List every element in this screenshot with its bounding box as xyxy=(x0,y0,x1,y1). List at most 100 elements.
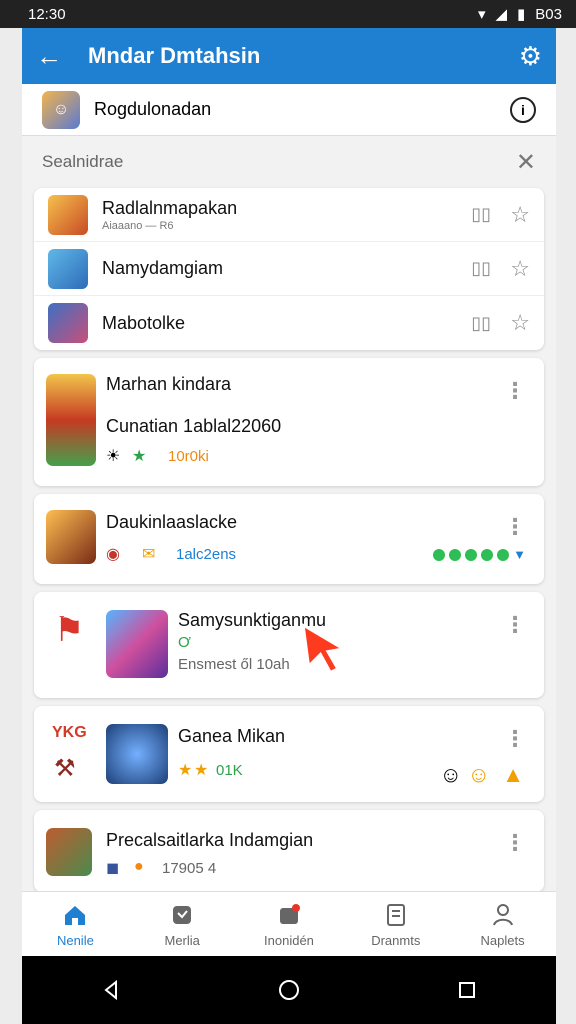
more-icon[interactable]: ⋮ xyxy=(504,514,526,540)
app-bar: ← Mndar Dmtahsin ⚙ xyxy=(22,28,556,84)
star-icon[interactable]: ☆ xyxy=(510,310,530,336)
game-icon xyxy=(48,194,88,235)
document-icon xyxy=(382,901,410,929)
app-title: Mndar Dmtahsin xyxy=(88,43,261,68)
bottom-navigation: Nenile Merlia Inonidén Dranmts Naplets xyxy=(22,891,556,956)
feed-card[interactable]: ⚑ Samysunktiganmu Ơ Ensmest ől 10ah ⋮ xyxy=(34,592,544,698)
profile-icon xyxy=(489,901,517,929)
list-item[interactable]: Radlalnmapakan Aiaaano — R6 ▯▯ ☆ xyxy=(34,188,544,242)
feed-card[interactable]: Precalsaitlarka Indamgian ◼ ● 17905 4 ⋮ xyxy=(34,810,544,892)
more-icon[interactable]: ⋮ xyxy=(504,830,526,856)
top-item-row[interactable]: ☺ Rogdulonadan i xyxy=(22,84,556,136)
list-item-subtitle: Aiaaano — R6 xyxy=(102,219,174,232)
media-icon xyxy=(168,901,196,929)
green-dot-icon xyxy=(481,548,494,561)
card-title: Daukinlaaslacke xyxy=(106,512,238,532)
more-icon[interactable]: ⋮ xyxy=(504,378,526,404)
battery-icon: ▮ xyxy=(517,6,526,23)
nav-profile[interactable]: Naplets xyxy=(458,901,548,948)
game-icon xyxy=(48,303,88,343)
list-item-text: Radlalnmapakan Aiaaano — R6 xyxy=(102,198,468,232)
decoration-icon: ⚑ xyxy=(54,611,85,649)
status-time: 12:30 xyxy=(28,5,66,23)
nav-documents[interactable]: Dranmts xyxy=(351,901,441,948)
notification-icon xyxy=(275,901,303,929)
feed-card[interactable]: Marhan kindara Cunatian 1ablal22060 ☀ ★ … xyxy=(34,358,544,486)
card-meta: 01K xyxy=(216,762,243,779)
mask-icon: ◉ xyxy=(106,546,120,563)
signal-icon: ◢ xyxy=(495,6,508,23)
game-art xyxy=(46,828,92,876)
gear-icon[interactable]: ⚙ xyxy=(519,41,542,72)
star-icon: ★ xyxy=(178,762,193,779)
compact-list: Radlalnmapakan Aiaaano — R6 ▯▯ ☆ Namydam… xyxy=(34,188,544,350)
side-label: YKG xyxy=(52,724,87,741)
status-icons: ▾ ◢ ▮ B03 xyxy=(477,5,562,24)
card-subtitle: Cunatian 1ablal22060 xyxy=(106,416,282,436)
bookmark-icon[interactable]: ▯▯ xyxy=(468,258,494,279)
nav-label: Nenile xyxy=(56,932,94,948)
list-item-text: Namydamgiam xyxy=(102,258,468,279)
wrench-icon: ⚒ xyxy=(54,755,76,782)
badge-icon: ◼ xyxy=(106,860,120,877)
star-icon[interactable]: ☆ xyxy=(510,202,530,228)
green-dot-icon xyxy=(433,548,446,561)
section-title: Sealnidrae xyxy=(42,152,124,171)
wifi-icon: ▾ xyxy=(477,6,486,23)
home-icon xyxy=(61,901,89,929)
coin-icon: ● xyxy=(134,858,144,875)
more-icon[interactable]: ⋮ xyxy=(504,612,526,638)
emoji-icon: ☺ xyxy=(467,762,490,787)
star-icon: ★ xyxy=(194,762,209,779)
green-dot-icon xyxy=(497,548,510,561)
status-dots: ▼ xyxy=(433,547,526,562)
bookmark-icon[interactable]: ▯▯ xyxy=(468,313,494,334)
back-button[interactable]: ← xyxy=(36,41,68,72)
bookmark-icon[interactable]: ▯▯ xyxy=(468,204,494,225)
nav-label: Merlia xyxy=(164,932,200,948)
card-meta: 1alc2ens xyxy=(176,546,237,563)
battery-text: B03 xyxy=(535,5,562,23)
home-nav-icon[interactable] xyxy=(272,973,306,1007)
game-art xyxy=(106,724,168,784)
recents-nav-icon[interactable] xyxy=(450,973,484,1007)
card-title: Marhan kindara xyxy=(106,374,232,394)
section-header: Sealnidrae ✕ xyxy=(22,136,556,188)
card-title: Ganea Mikan xyxy=(178,726,286,746)
feed-card[interactable]: Daukinlaaslacke ◉ ✉ 1alc2ens ⋮ ▼ xyxy=(34,494,544,584)
close-icon[interactable]: ✕ xyxy=(516,148,536,177)
nav-home[interactable]: Nenile xyxy=(30,901,120,948)
status-bar: 12:30 ▾ ◢ ▮ B03 xyxy=(0,0,576,28)
star-icon[interactable]: ☆ xyxy=(510,256,530,282)
food-icon: ▲ xyxy=(502,762,524,787)
play-icon: ▼ xyxy=(513,547,526,562)
back-nav-icon[interactable] xyxy=(94,973,128,1007)
android-navigation-bar xyxy=(22,956,556,1024)
cursor-arrow-icon xyxy=(301,622,347,675)
avatar: ☺ xyxy=(42,90,80,129)
game-art xyxy=(46,374,96,466)
info-icon[interactable]: i xyxy=(510,96,536,123)
list-item[interactable]: Mabotolke ▯▯ ☆ xyxy=(34,296,544,350)
more-icon[interactable]: ⋮ xyxy=(504,726,526,752)
list-item[interactable]: Namydamgiam ▯▯ ☆ xyxy=(34,242,544,296)
green-dot-icon xyxy=(449,548,462,561)
app-frame: ← Mndar Dmtahsin ⚙ ☺ Rogdulonadan i Seal… xyxy=(22,28,556,956)
emoji-icon: ☺ xyxy=(439,762,462,787)
nav-label: Naplets xyxy=(480,932,525,948)
game-icon xyxy=(48,248,88,289)
game-art xyxy=(46,510,96,564)
nav-label: Inonidén xyxy=(264,932,314,948)
nav-media[interactable]: Merlia xyxy=(137,901,227,948)
list-item-title: Namydamgiam xyxy=(102,258,224,278)
feed-card[interactable]: YKG ⚒ Ganea Mikan ★ ★ 01K ⋮ ☺ ☺ ▲ xyxy=(34,706,544,802)
list-item-text: Mabotolke xyxy=(102,313,468,334)
list-item-title: Radlalnmapakan xyxy=(102,197,238,218)
star-icon: ★ xyxy=(132,448,147,465)
list-item-title: Mabotolke xyxy=(102,312,186,333)
nav-notifications[interactable]: Inonidén xyxy=(244,901,334,948)
mail-icon: ✉ xyxy=(142,546,156,563)
card-title: Precalsaitlarka Indamgian xyxy=(106,830,314,850)
sun-icon: ☀ xyxy=(106,448,121,465)
card-meta: 10r0ki xyxy=(168,448,209,465)
